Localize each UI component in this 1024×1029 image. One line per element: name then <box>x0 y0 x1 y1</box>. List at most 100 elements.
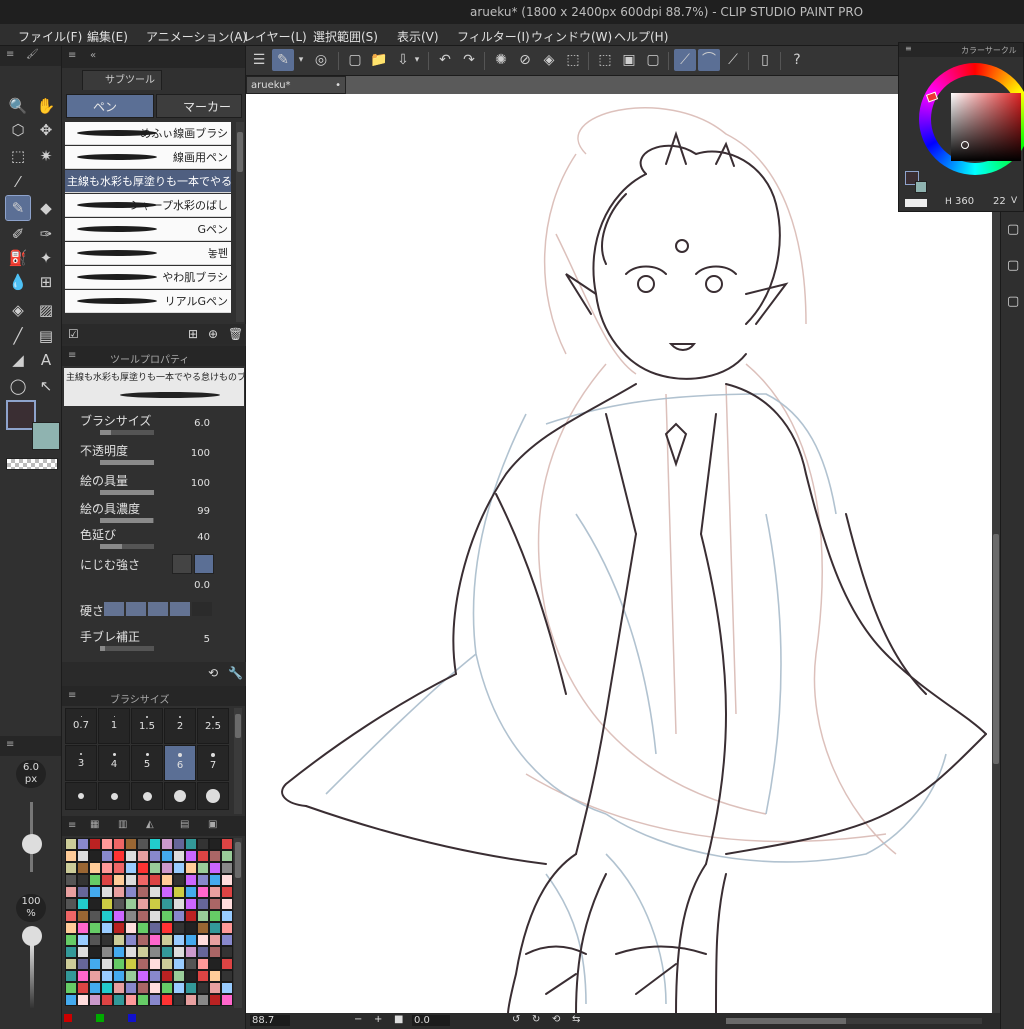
palette-swatch[interactable] <box>185 922 197 934</box>
palette-swatch[interactable] <box>65 910 77 922</box>
palette-swatch[interactable] <box>149 850 161 862</box>
palette-swatch[interactable] <box>221 958 233 970</box>
palette-swatch[interactable] <box>149 898 161 910</box>
panel-menu-icon[interactable]: ≡ <box>905 44 912 53</box>
list-item[interactable]: リアルGペン <box>65 290 231 313</box>
size-option[interactable]: 6 <box>164 745 196 781</box>
palette-swatch[interactable] <box>65 838 77 850</box>
property-color-stretch[interactable]: 色延び 40 <box>76 524 230 554</box>
palette-swatch[interactable] <box>65 982 77 994</box>
palette-swatch[interactable] <box>89 862 101 874</box>
palette-swatch[interactable] <box>113 958 125 970</box>
palette-swatch[interactable] <box>137 910 149 922</box>
zoom-icon[interactable]: 🔍 <box>6 94 30 118</box>
palette-swatch[interactable] <box>137 874 149 886</box>
palette-swatch[interactable] <box>89 850 101 862</box>
history-tab-icon[interactable]: ▤ <box>180 819 189 830</box>
palette-swatch[interactable] <box>173 862 185 874</box>
property-paint-amount[interactable]: 絵の具量 100 <box>76 470 230 500</box>
palette-swatch[interactable] <box>125 910 137 922</box>
palette-swatch[interactable] <box>65 886 77 898</box>
palette-swatch[interactable] <box>113 910 125 922</box>
trash-icon[interactable]: 🗑 <box>228 327 243 341</box>
palette-swatch[interactable] <box>209 994 221 1006</box>
tab-marker[interactable]: マーカー <box>156 94 242 118</box>
blur-mode-active-icon[interactable] <box>194 554 214 574</box>
palette-scrollbar[interactable] <box>234 838 242 1008</box>
palette-swatch[interactable] <box>185 886 197 898</box>
palette-swatch[interactable] <box>65 934 77 946</box>
palette-swatch[interactable] <box>101 898 113 910</box>
palette-swatch[interactable] <box>197 994 209 1006</box>
ruler-icon[interactable]: ◢ <box>6 348 30 372</box>
ruler-snap-icon[interactable]: ⟋ <box>674 49 696 71</box>
panel-menu-icon[interactable]: ≡ <box>68 820 76 831</box>
palette-swatch[interactable] <box>149 886 161 898</box>
palette-swatch[interactable] <box>101 922 113 934</box>
fit-icon[interactable]: ■ <box>394 1014 403 1025</box>
palette-swatch[interactable] <box>185 934 197 946</box>
palette-swatch[interactable] <box>77 886 89 898</box>
palette-swatch[interactable] <box>137 958 149 970</box>
list-item[interactable]: Gペン <box>65 218 231 241</box>
canvas-scrollbar[interactable] <box>992 94 1000 1014</box>
menu-help[interactable]: ヘルプ(H) <box>614 28 668 45</box>
navigator-panel-icon[interactable]: ▢ <box>1007 258 1019 273</box>
undo-icon[interactable]: ↶ <box>434 49 456 71</box>
palette-swatch[interactable] <box>149 970 161 982</box>
move-icon[interactable]: ✥ <box>34 118 58 142</box>
palette-swatch[interactable] <box>221 862 233 874</box>
list-item[interactable]: めふぃ線画ブラシ <box>65 122 231 145</box>
palette-swatch[interactable] <box>101 934 113 946</box>
palette-swatch[interactable] <box>101 958 113 970</box>
palette-swatch[interactable] <box>161 862 173 874</box>
palette-swatch[interactable] <box>113 946 125 958</box>
palette-swatch[interactable] <box>161 910 173 922</box>
palette-swatch[interactable] <box>101 982 113 994</box>
palette-swatch[interactable] <box>89 982 101 994</box>
new-file-icon[interactable]: ▢ <box>344 49 366 71</box>
palette-swatch[interactable] <box>101 886 113 898</box>
palette-swatch[interactable] <box>209 970 221 982</box>
menu-edit[interactable]: 編集(E) <box>87 28 128 45</box>
palette-swatch[interactable] <box>185 910 197 922</box>
palette-swatch[interactable] <box>185 874 197 886</box>
palette-swatch[interactable] <box>209 946 221 958</box>
blur-mode-icon[interactable] <box>172 554 192 574</box>
palette-swatch[interactable] <box>173 838 185 850</box>
palette-swatch[interactable] <box>161 946 173 958</box>
palette-swatch[interactable] <box>137 898 149 910</box>
eyedropper-icon[interactable]: ⁄ <box>6 170 30 194</box>
chevron-down-icon[interactable]: ▾ <box>412 49 422 71</box>
palette-swatch[interactable] <box>65 850 77 862</box>
palette-swatch[interactable] <box>221 886 233 898</box>
palette-swatch[interactable] <box>173 958 185 970</box>
palette-swatch[interactable] <box>161 898 173 910</box>
palette-swatch[interactable] <box>77 862 89 874</box>
size-option[interactable]: 0.7 <box>65 708 97 744</box>
palette-swatch[interactable] <box>89 970 101 982</box>
palette-swatch[interactable] <box>185 898 197 910</box>
magic-wand-icon[interactable]: ✷ <box>34 144 58 168</box>
palette-swatch[interactable] <box>173 970 185 982</box>
palette-swatch[interactable] <box>221 946 233 958</box>
palette-swatch[interactable] <box>173 850 185 862</box>
palette-swatch[interactable] <box>77 982 89 994</box>
palette-swatch[interactable] <box>137 838 149 850</box>
hand-icon[interactable]: ✋ <box>34 94 58 118</box>
palette-swatch[interactable] <box>221 910 233 922</box>
copy-subtool-icon[interactable]: ⊞ <box>188 327 198 341</box>
palette-swatch[interactable] <box>197 850 209 862</box>
angle-value[interactable]: 0.0 <box>412 1015 450 1026</box>
property-bar[interactable] <box>100 430 154 435</box>
list-item[interactable]: シャープ水彩のばし <box>65 194 231 217</box>
palette-swatch[interactable] <box>197 862 209 874</box>
palette-swatch[interactable] <box>101 910 113 922</box>
palette-swatch[interactable] <box>113 934 125 946</box>
palette-swatch[interactable] <box>197 934 209 946</box>
list-item[interactable]: 線画用ペン <box>65 146 231 169</box>
palette-swatch[interactable] <box>209 958 221 970</box>
palette-swatch[interactable] <box>125 982 137 994</box>
palette-swatch[interactable] <box>101 994 113 1006</box>
palette-swatch[interactable] <box>161 934 173 946</box>
